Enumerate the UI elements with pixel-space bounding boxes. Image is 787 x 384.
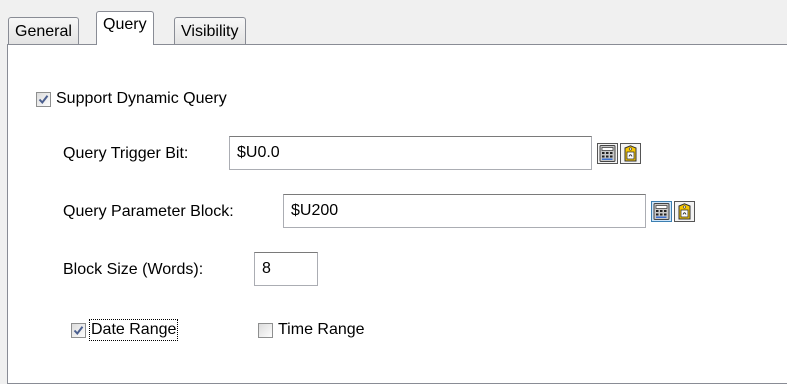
- query-trigger-bit-label: Query Trigger Bit:: [63, 145, 189, 162]
- tag-browse-icon: [678, 203, 691, 220]
- query-parameter-block-label: Query Parameter Block:: [63, 203, 234, 220]
- calculator-button[interactable]: [597, 143, 618, 164]
- time-range-row[interactable]: Time Range: [258, 321, 365, 339]
- calculator-icon: [653, 203, 670, 220]
- query-tab-panel: Support Dynamic Query Query Trigger Bit:…: [7, 44, 787, 384]
- calculator-icon: [599, 145, 616, 162]
- block-size-label: Block Size (Words):: [63, 261, 204, 278]
- tag-browse-button[interactable]: [674, 201, 695, 222]
- date-range-checkbox[interactable]: [71, 322, 86, 338]
- time-range-checkbox[interactable]: [258, 322, 273, 338]
- tag-browse-icon: [624, 145, 637, 162]
- tag-browse-button[interactable]: [620, 143, 641, 164]
- tab-strip: General Visibility Query: [0, 0, 787, 45]
- support-dynamic-query-label: Support Dynamic Query: [56, 90, 227, 107]
- support-dynamic-query-row[interactable]: Support Dynamic Query: [36, 90, 227, 108]
- query-parameter-block-input[interactable]: $U200: [283, 194, 646, 228]
- tab-general[interactable]: General: [8, 17, 79, 44]
- date-range-label: Date Range: [88, 319, 179, 341]
- date-range-row[interactable]: Date Range: [71, 319, 179, 341]
- tab-visibility[interactable]: Visibility: [174, 17, 246, 44]
- checkmark-icon: [73, 325, 84, 335]
- tab-query[interactable]: Query: [96, 11, 154, 45]
- calculator-button[interactable]: [651, 201, 672, 222]
- time-range-label: Time Range: [278, 321, 365, 338]
- checkmark-icon: [38, 94, 49, 104]
- support-dynamic-query-checkbox[interactable]: [36, 91, 51, 107]
- query-trigger-bit-input[interactable]: $U0.0: [229, 136, 592, 170]
- block-size-input[interactable]: 8: [254, 252, 318, 286]
